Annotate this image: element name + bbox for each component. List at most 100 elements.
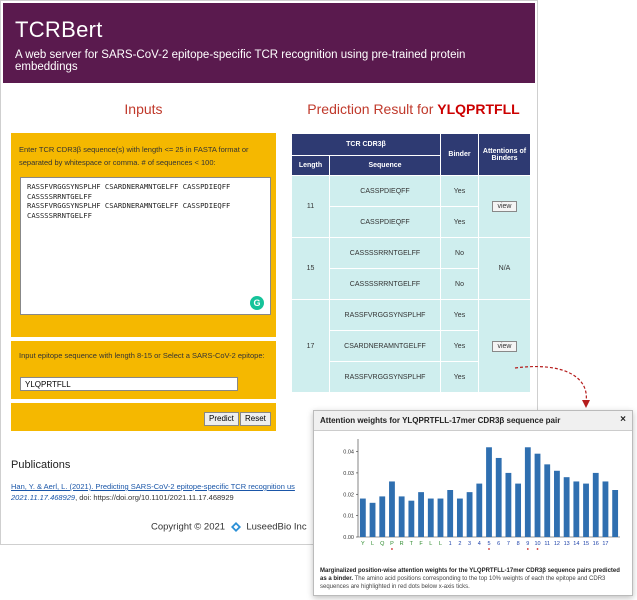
bar [398, 496, 405, 537]
x-tick-label: 11 [544, 541, 550, 547]
bar [554, 470, 560, 537]
result-heading-epitope: YLQPRTFLL [437, 101, 520, 117]
bar [369, 502, 376, 537]
x-tick-label: 15 [583, 541, 589, 547]
binder-cell: Yes [440, 330, 479, 362]
length-cell: 17 [291, 299, 330, 393]
x-tick-label: 5 [487, 541, 490, 547]
bar [583, 483, 589, 537]
binder-cell: Yes [440, 206, 479, 238]
result-table: TCR CDR3β Binder Attentions of Binders L… [291, 133, 531, 393]
bar [534, 453, 541, 537]
reset-button[interactable]: Reset [240, 412, 271, 426]
bar [447, 490, 454, 537]
x-tick-label: P [390, 541, 394, 547]
sequence-cell: RASSFVRGGSYNSPLHF [329, 361, 441, 393]
length-cell: 15 [291, 237, 330, 300]
bar [486, 447, 492, 537]
y-tick-label: 0.03 [343, 471, 354, 477]
y-tick-label: 0.00 [343, 535, 354, 541]
bar [563, 477, 570, 537]
attention-popup: Attention weights for YLQPRTFLL-17mer CD… [313, 410, 633, 596]
x-tick-label: 4 [478, 541, 481, 547]
y-tick-label: 0.04 [343, 450, 354, 456]
binder-cell: Yes [440, 299, 479, 331]
x-tick-label: 2 [458, 541, 461, 547]
length-cell: 11 [291, 175, 330, 238]
x-tick-label: T [410, 541, 414, 547]
attention-chart: 0.000.010.020.030.04Y L Q P R T F L L 1 2 3 4 5 6 7 8 9 10… [343, 439, 620, 550]
bar [592, 472, 599, 537]
bar [359, 498, 366, 537]
divider [11, 399, 276, 403]
citation-link[interactable]: Han, Y. & Aerl, L. (2021). Predicting SA… [11, 482, 295, 491]
bar [495, 457, 502, 537]
x-tick-label: 12 [554, 541, 560, 547]
publication-citation: Han, Y. & Aerl, L. (2021). Predicting SA… [11, 481, 316, 503]
x-tick-label: 8 [517, 541, 520, 547]
company-name: LuseedBio Inc [246, 521, 307, 533]
highlight-dot [391, 548, 393, 550]
citation-id: 2021.11.17.468929 [11, 493, 76, 502]
x-tick-label: Q [380, 541, 385, 547]
table-row: 15 CASSSSRRNTGELFF No N/A [291, 237, 531, 300]
bar [456, 498, 463, 537]
table-row: 17 RASSFVRGGSYNSPLHF Yes view [291, 299, 531, 393]
sequence-cell: RASSFVRGGSYNSPLHF [329, 299, 441, 331]
col-binder-header: Binder [440, 133, 479, 176]
cdr3-instruction: Enter TCR CDR3β sequence(s) with length … [19, 145, 249, 167]
x-tick-label: 16 [593, 541, 599, 547]
bar [524, 447, 531, 537]
x-tick-label: Y [361, 541, 365, 547]
col-attn-header: Attentions of Binders [478, 133, 531, 176]
x-tick-label: 1 [449, 541, 452, 547]
x-tick-label: 3 [468, 541, 471, 547]
copyright-text: Copyright © 2021 [151, 521, 226, 533]
highlight-dot [536, 548, 539, 550]
x-tick-label: 14 [573, 541, 579, 547]
view-button[interactable]: view [492, 340, 517, 352]
bar [602, 481, 609, 537]
grammarly-icon[interactable]: G [250, 296, 264, 310]
sequence-cell: CASSSSRRNTGELFF [329, 237, 441, 269]
result-heading: Prediction Result for YLQPRTFLL [291, 101, 536, 117]
binder-cell: Yes [440, 175, 479, 207]
bar [544, 464, 551, 537]
popup-titlebar: Attention weights for YLQPRTFLL-17mer CD… [314, 411, 632, 431]
attn-cell: view [478, 175, 531, 238]
company-logo-icon [230, 522, 241, 532]
footer: Copyright © 2021 LuseedBio Inc [151, 521, 307, 533]
cdr3-textarea[interactable] [20, 177, 271, 315]
citation-doi: , doi: https://doi.org/10.1101/2021.11.1… [75, 493, 234, 502]
x-tick-label: 17 [602, 541, 608, 547]
app-subtitle: A web server for SARS-CoV-2 epitope-spec… [15, 49, 466, 73]
bar [437, 498, 444, 537]
bar [389, 481, 395, 537]
binder-cell: No [440, 268, 479, 300]
epitope-input[interactable] [20, 377, 238, 391]
popup-caption: Marginalized position-wise attention wei… [320, 567, 626, 591]
bar [379, 496, 386, 537]
highlight-dot [488, 548, 490, 550]
x-tick-label: 10 [534, 541, 540, 547]
result-heading-prefix: Prediction Result for [307, 101, 434, 117]
bar [505, 472, 512, 537]
bar [466, 492, 473, 537]
x-tick-label: R [400, 541, 404, 547]
publications-heading: Publications [11, 459, 71, 471]
predict-button[interactable]: Predict [204, 412, 239, 426]
inputs-heading: Inputs [124, 101, 163, 117]
epitope-label: Input epitope sequence with length 8-15 … [19, 351, 265, 360]
table-row: 11 CASSPDIEQFF Yes view [291, 175, 531, 238]
caption-rest: The amino acid positions corresponding t… [320, 576, 606, 590]
close-icon[interactable]: × [620, 414, 626, 425]
attn-cell: view [478, 299, 531, 393]
x-tick-label: 9 [526, 541, 529, 547]
x-tick-label: 13 [564, 541, 570, 547]
bar [418, 492, 424, 537]
view-button[interactable]: view [492, 201, 517, 212]
app-header: TCRBert A web server for SARS-CoV-2 epit… [3, 3, 535, 83]
x-tick-label: L [429, 541, 432, 547]
bar [427, 498, 434, 537]
x-tick-label: 7 [507, 541, 510, 547]
